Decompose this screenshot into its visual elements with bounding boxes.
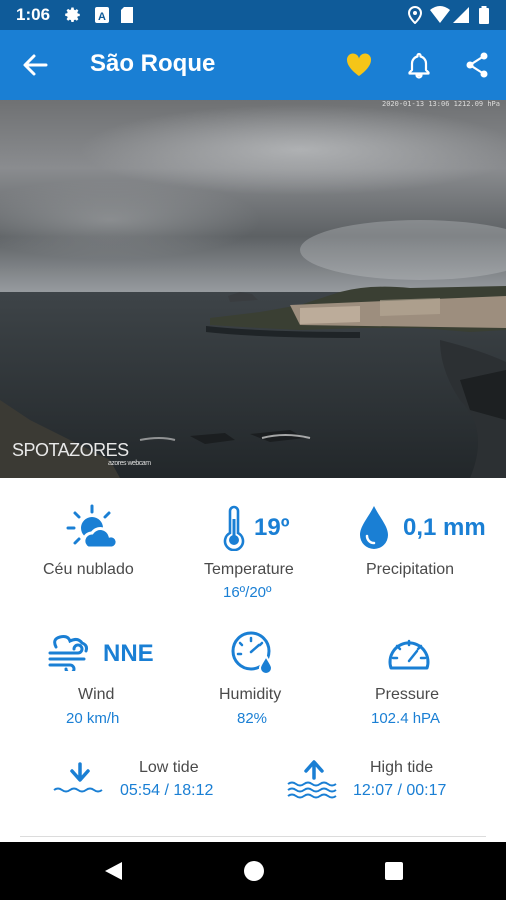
wind-icon bbox=[48, 635, 88, 671]
wind-speed: 20 km/h bbox=[66, 710, 120, 727]
page-title: São Roque bbox=[90, 50, 216, 77]
partly-cloudy-icon bbox=[66, 504, 118, 550]
wifi-icon bbox=[430, 6, 450, 23]
settings-icon bbox=[65, 7, 80, 23]
back-arrow-icon[interactable] bbox=[20, 50, 50, 80]
app-bar: São Roque bbox=[0, 30, 506, 100]
humidity-label: Humidity bbox=[219, 686, 282, 703]
high-tide-label: High tide bbox=[370, 759, 434, 776]
webcam-watermark: SPOTAZORES azores webcam bbox=[12, 440, 151, 467]
share-icon[interactable] bbox=[462, 50, 492, 80]
temperature-label: Temperature bbox=[204, 561, 294, 578]
temperature-range: 16º/20º bbox=[223, 584, 272, 601]
webcam-image[interactable]: SPOTAZORES azores webcam 2020-01-13 13:0… bbox=[0, 100, 506, 478]
nav-home-icon[interactable] bbox=[243, 860, 265, 882]
app-notification-icon: A bbox=[95, 7, 109, 23]
watermark-text: SPOTAZORES bbox=[12, 440, 129, 460]
thermometer-icon bbox=[223, 505, 245, 551]
svg-text:A: A bbox=[98, 11, 106, 23]
watermark-subtext: azores webcam bbox=[108, 460, 151, 467]
high-tide-times: 12:07 / 00:17 bbox=[353, 782, 447, 799]
temperature-value: 19º bbox=[254, 514, 290, 541]
favorite-heart-icon[interactable] bbox=[344, 50, 374, 80]
raindrop-icon bbox=[360, 506, 388, 549]
humidity-gauge-icon bbox=[231, 631, 274, 675]
sky-condition-label: Céu nublado bbox=[43, 561, 134, 578]
pressure-label: Pressure bbox=[375, 686, 440, 703]
location-icon bbox=[408, 6, 422, 24]
pressure-value: 102.4 hPA bbox=[371, 710, 440, 727]
sd-card-icon bbox=[121, 7, 133, 23]
battery-icon bbox=[479, 6, 489, 24]
low-tide-icon bbox=[53, 762, 103, 793]
wind-direction-value: NNE bbox=[103, 640, 154, 667]
wind-label: Wind bbox=[78, 686, 115, 703]
section-divider bbox=[20, 836, 486, 837]
humidity-value: 82% bbox=[237, 710, 268, 727]
webcam-timestamp: 2020-01-13 13:06 1212.09 hPa bbox=[381, 100, 500, 108]
nav-recents-icon[interactable] bbox=[383, 860, 405, 882]
notification-bell-icon[interactable] bbox=[404, 50, 434, 80]
pressure-gauge-icon bbox=[388, 639, 430, 670]
signal-icon bbox=[453, 7, 469, 23]
precipitation-value: 0,1 mm bbox=[403, 514, 486, 541]
system-navigation-bar bbox=[0, 842, 506, 900]
low-tide-times: 05:54 / 18:12 bbox=[120, 782, 214, 799]
webcam-scene bbox=[0, 100, 506, 478]
low-tide-label: Low tide bbox=[139, 759, 199, 776]
status-bar: 1:06 A bbox=[0, 0, 506, 30]
nav-back-icon[interactable] bbox=[102, 860, 124, 882]
high-tide-icon bbox=[287, 760, 337, 799]
precipitation-label: Precipitation bbox=[366, 561, 455, 578]
status-time: 1:06 bbox=[16, 5, 51, 24]
